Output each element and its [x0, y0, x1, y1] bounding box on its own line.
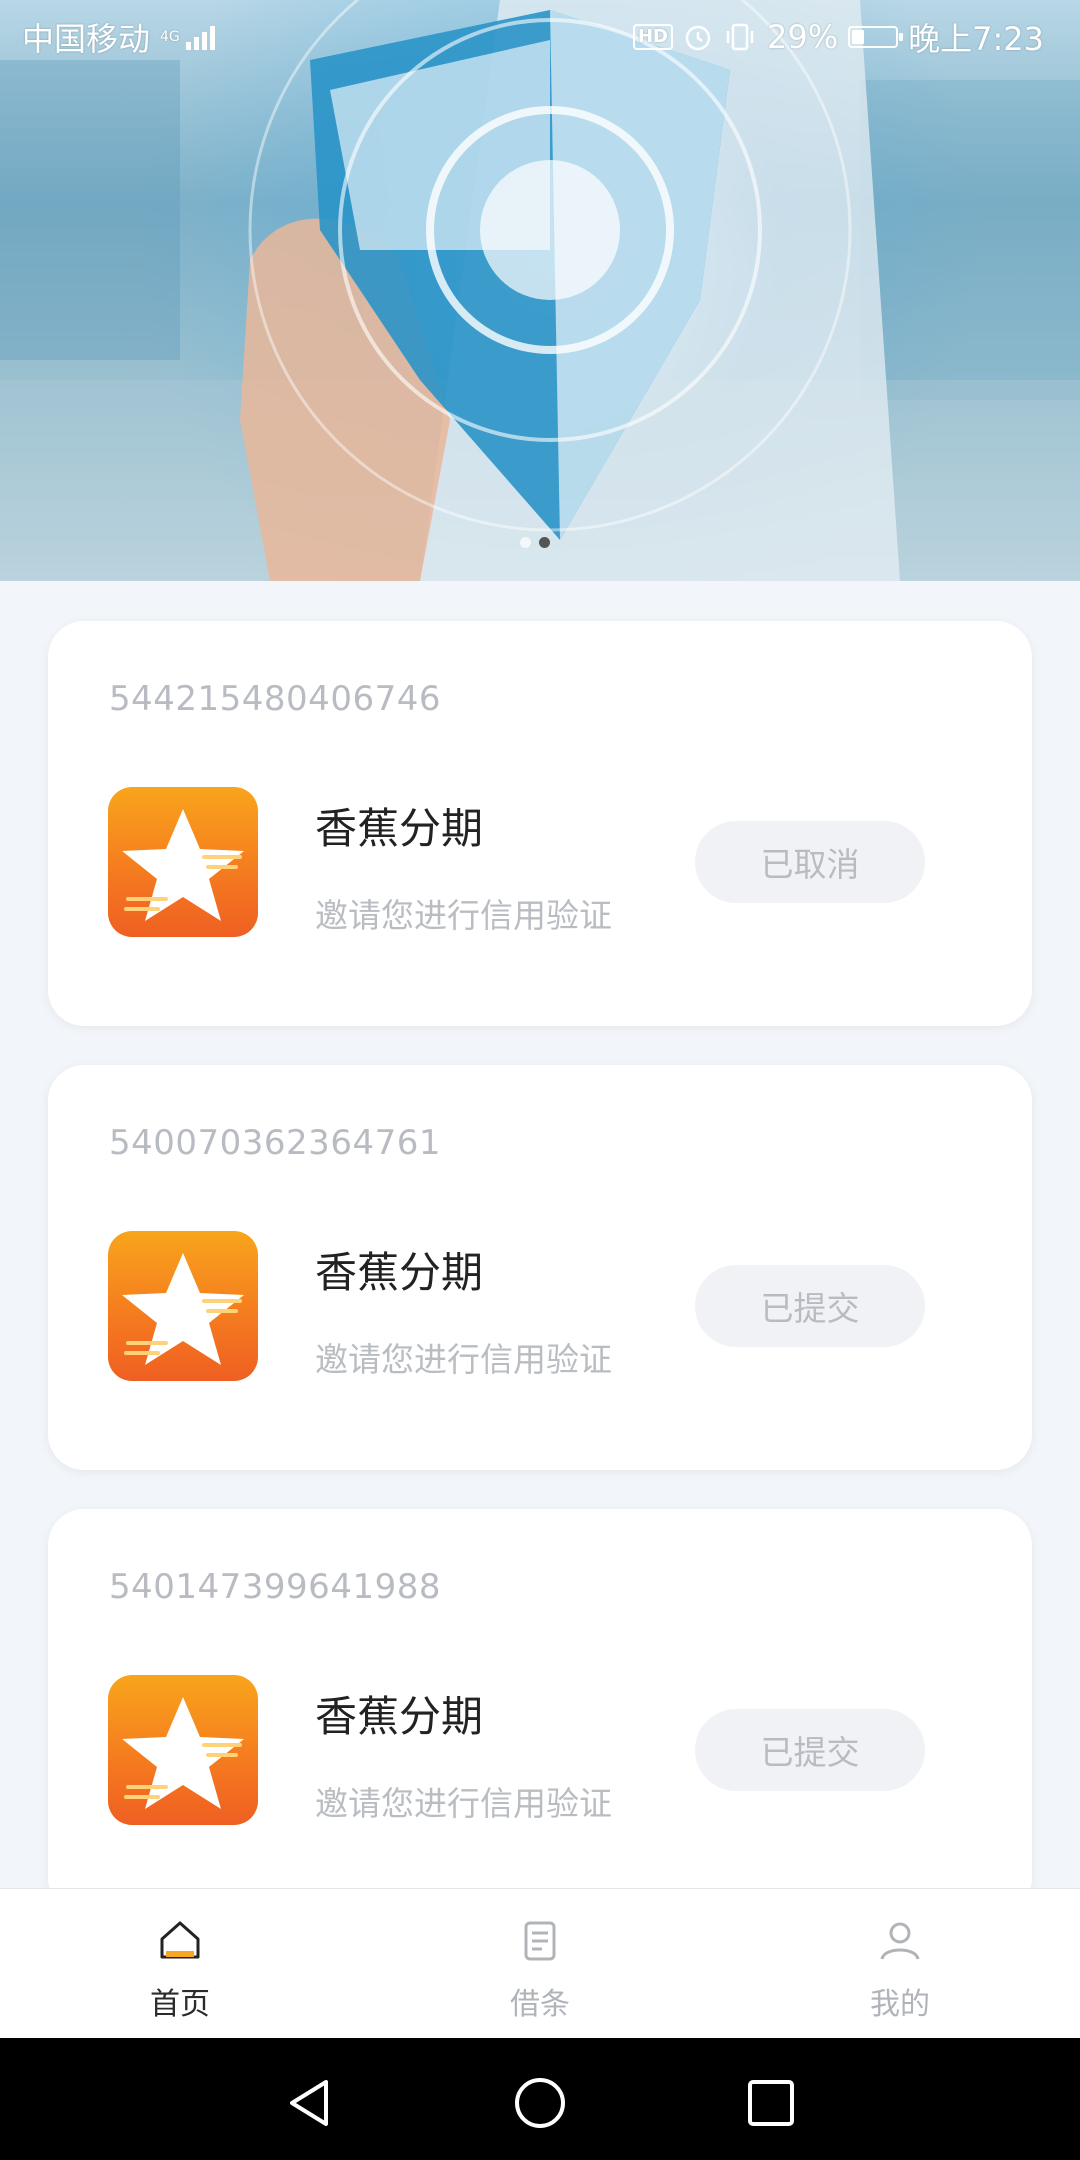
- status-bar: 中国移动 4G HD 29% 晚上7:23: [0, 0, 1080, 74]
- network-type: 4G: [160, 29, 180, 45]
- app-description: 邀请您进行信用验证: [315, 1340, 612, 1379]
- vibrate-icon: [726, 23, 754, 51]
- alarm-icon: [685, 25, 711, 51]
- signal-icon: [185, 24, 215, 50]
- tab-home-label: 首页: [150, 1987, 210, 2022]
- hero-banner[interactable]: 中国移动 4G HD 29% 晚上7:23: [0, 0, 1080, 581]
- loan-card[interactable]: 544215480406746 香蕉分期 邀请您进行信用验证 已取消: [48, 621, 1032, 1026]
- recents-icon[interactable]: [744, 2076, 798, 2130]
- home-circle-icon[interactable]: [513, 2076, 567, 2130]
- battery-icon: [848, 26, 904, 48]
- back-icon[interactable]: [282, 2076, 336, 2130]
- banner-dot: [520, 537, 531, 548]
- app-name: 香蕉分期: [315, 1692, 484, 1741]
- carrier-name: 中国移动: [22, 20, 151, 58]
- tab-mine[interactable]: 我的: [810, 1889, 990, 2039]
- battery-percent: 29%: [767, 18, 839, 56]
- banner-pagination: [520, 537, 550, 548]
- tab-home[interactable]: 首页: [90, 1889, 270, 2039]
- system-nav-bar: [0, 2038, 1080, 2160]
- status-button[interactable]: 已取消: [695, 821, 925, 903]
- banner-image: [0, 0, 1080, 581]
- loan-card[interactable]: 540070362364761 香蕉分期 邀请您进行信用验证 已提交: [48, 1065, 1032, 1470]
- app-description: 邀请您进行信用验证: [315, 896, 612, 935]
- order-number: 540070362364761: [109, 1123, 441, 1163]
- app-description: 邀请您进行信用验证: [315, 1784, 612, 1823]
- order-number: 540147399641988: [109, 1567, 441, 1607]
- loan-card[interactable]: 540147399641988 香蕉分期 邀请您进行信用验证 已提交: [48, 1509, 1032, 1914]
- status-right: HD 29% 晚上7:23: [632, 14, 1044, 60]
- tab-iou-label: 借条: [510, 1987, 570, 2022]
- hd-icon: HD: [632, 24, 673, 50]
- bottom-tab-bar: 首页 借条 我的: [0, 1888, 1080, 2039]
- home-icon: [160, 1921, 200, 1959]
- user-icon: [880, 1922, 920, 1960]
- tab-iou[interactable]: 借条: [450, 1889, 630, 2039]
- status-button[interactable]: 已提交: [695, 1709, 925, 1791]
- tab-mine-label: 我的: [870, 1987, 930, 2022]
- app-name: 香蕉分期: [315, 1248, 484, 1297]
- status-button[interactable]: 已提交: [695, 1265, 925, 1347]
- document-icon: [524, 1921, 556, 1961]
- clock: 晚上7:23: [908, 20, 1044, 58]
- app-name: 香蕉分期: [315, 804, 484, 853]
- banner-dot: [539, 537, 550, 548]
- app-logo-icon: [108, 787, 258, 937]
- app-logo-icon: [108, 1675, 258, 1825]
- status-left: 中国移动 4G: [22, 14, 215, 60]
- app-logo-icon: [108, 1231, 258, 1381]
- order-number: 544215480406746: [109, 679, 441, 719]
